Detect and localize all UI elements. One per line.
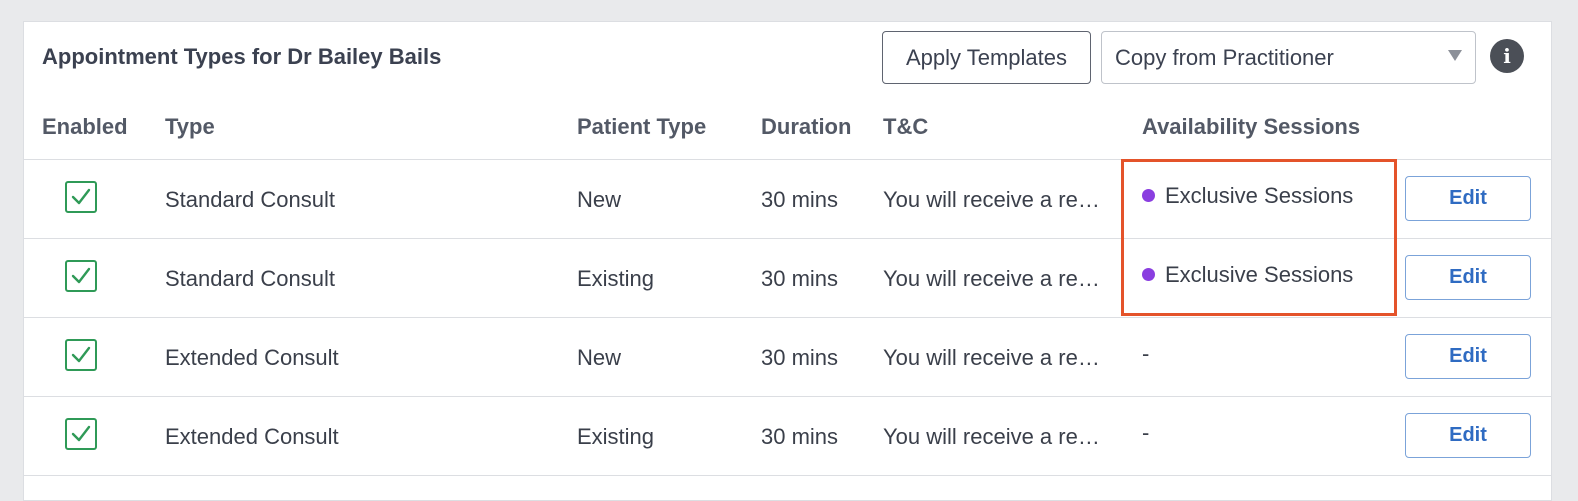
availability-sessions-cell: Exclusive Sessions <box>1142 156 1353 235</box>
copy-from-practitioner-select[interactable]: Copy from Practitioner <box>1101 31 1476 84</box>
table-row: Extended Consult New 30 mins You will recei… <box>24 317 1551 396</box>
patient-type-cell: New <box>577 186 622 212</box>
availability-sessions-label: - <box>1142 419 1150 445</box>
edit-button[interactable]: Edit <box>1405 255 1531 300</box>
availability-sessions-cell: - <box>1142 393 1149 472</box>
duration-cell: 30 mins <box>761 344 839 370</box>
enabled-checkbox[interactable] <box>65 181 97 213</box>
duration-cell: 30 mins <box>761 265 839 291</box>
table-row: Standard Consult New 30 mins You will recei… <box>24 159 1551 238</box>
checkmark-icon <box>71 346 91 363</box>
availability-sessions-cell: - <box>1142 314 1149 393</box>
column-header-tc: T&C <box>883 114 929 139</box>
column-header-duration: Duration <box>761 114 852 139</box>
availability-sessions-label: Exclusive Sessions <box>1165 261 1354 287</box>
appointment-types-panel: Appointment Types for Dr Bailey Bails Ap… <box>23 21 1552 501</box>
table-row: Extended Consult Existing 30 mins You will … <box>24 396 1551 475</box>
table-bottom-divider <box>24 475 1551 476</box>
availability-sessions-cell: Exclusive Sessions <box>1142 235 1353 314</box>
session-dot-icon <box>1142 268 1155 281</box>
enabled-checkbox[interactable] <box>65 418 97 450</box>
checkmark-icon <box>71 267 91 284</box>
column-header-type: Type <box>165 114 215 139</box>
tc-cell: You will receive a reminder before your … <box>883 424 1107 449</box>
duration-cell: 30 mins <box>761 423 839 449</box>
session-dot-icon <box>1142 189 1155 202</box>
type-cell: Extended Consult <box>165 344 339 370</box>
page-title: Appointment Types for Dr Bailey Bails <box>42 44 442 69</box>
enabled-checkbox[interactable] <box>65 339 97 371</box>
patient-type-cell: New <box>577 344 622 370</box>
type-cell: Standard Consult <box>165 265 335 291</box>
type-cell: Standard Consult <box>165 186 335 212</box>
chevron-down-icon <box>1448 50 1462 61</box>
column-header-enabled: Enabled <box>42 114 128 139</box>
panel-header: Appointment Types for Dr Bailey Bails Ap… <box>24 22 1551 96</box>
availability-sessions-label: - <box>1142 340 1150 366</box>
info-icon[interactable]: i <box>1490 39 1524 73</box>
enabled-checkbox[interactable] <box>65 260 97 292</box>
table-row: Standard Consult Existing 30 mins You will … <box>24 238 1551 317</box>
column-header-availability-sessions: Availability Sessions <box>1142 114 1361 139</box>
type-cell: Extended Consult <box>165 423 339 449</box>
checkmark-icon <box>71 188 91 205</box>
tc-cell: You will receive a reminder before your … <box>883 345 1107 370</box>
column-header-patient-type: Patient Type <box>577 114 707 139</box>
checkmark-icon <box>71 425 91 442</box>
tc-cell: You will receive a reminder before your … <box>883 187 1107 212</box>
patient-type-cell: Existing <box>577 265 655 291</box>
tc-cell: You will receive a reminder before your … <box>883 266 1107 291</box>
edit-button[interactable]: Edit <box>1405 176 1531 221</box>
copy-select-value: Copy from Practitioner <box>1115 44 1334 70</box>
edit-button[interactable]: Edit <box>1405 334 1531 379</box>
duration-cell: 30 mins <box>761 186 839 212</box>
apply-templates-button[interactable]: Apply Templates <box>882 31 1091 84</box>
availability-sessions-label: Exclusive Sessions <box>1165 182 1354 208</box>
patient-type-cell: Existing <box>577 423 655 449</box>
edit-button[interactable]: Edit <box>1405 413 1531 458</box>
